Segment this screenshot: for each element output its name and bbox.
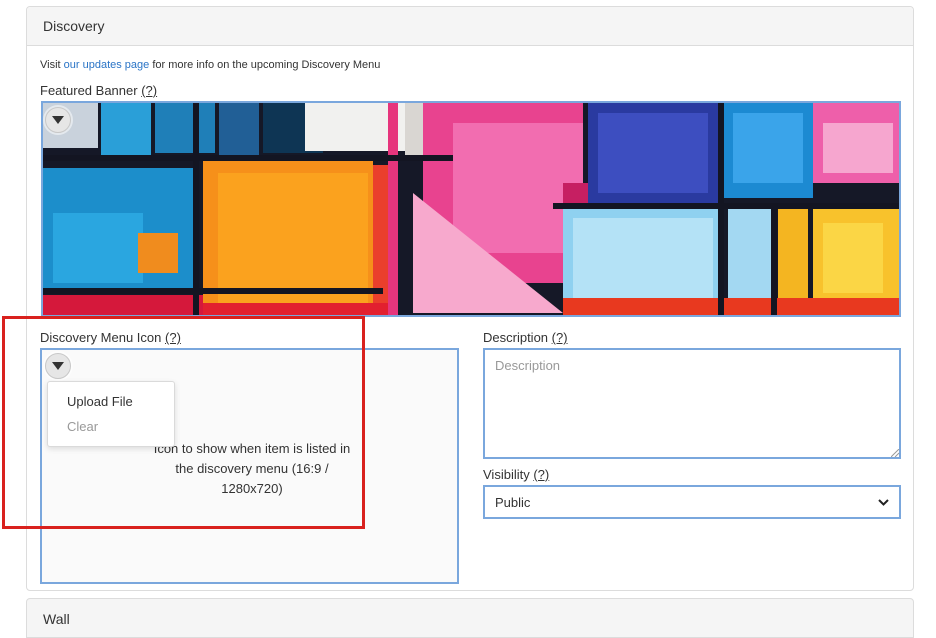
info-line: Visit our updates page for more info on … <box>40 59 380 71</box>
updates-page-link[interactable]: our updates page <box>64 59 150 71</box>
discovery-menu-icon-help-link[interactable]: (?) <box>165 330 181 345</box>
wall-panel-title: Wall <box>43 611 70 627</box>
discovery-panel-header: Discovery <box>27 7 913 46</box>
info-suffix: for more info on the upcoming Discovery … <box>149 59 381 71</box>
featured-banner-label: Featured Banner (?) <box>40 83 157 98</box>
visibility-help-link[interactable]: (?) <box>533 467 549 482</box>
wall-panel: Wall <box>26 598 914 638</box>
featured-banner-label-text: Featured Banner <box>40 83 138 98</box>
icon-options-dropdown: Upload File Clear <box>47 381 175 447</box>
visibility-selected-value: Public <box>495 494 531 510</box>
discovery-menu-icon-dropzone[interactable]: Icon to show when item is listed in the … <box>40 348 459 584</box>
featured-banner-image[interactable] <box>41 101 901 317</box>
upload-file-menu-item[interactable]: Upload File <box>48 392 174 417</box>
visibility-select[interactable]: Public <box>483 485 901 519</box>
featured-banner-menu-toggle[interactable] <box>45 107 71 133</box>
resize-grip-icon[interactable] <box>891 449 899 457</box>
discovery-menu-icon-hint: Icon to show when item is listed in the … <box>153 441 351 496</box>
caret-down-icon <box>52 362 64 370</box>
discovery-menu-icon-label-text: Discovery Menu Icon <box>40 330 162 345</box>
visibility-label: Visibility (?) <box>483 467 549 482</box>
abstract-painting-image <box>43 103 899 315</box>
info-prefix: Visit <box>40 59 64 71</box>
chevron-down-icon <box>878 498 889 506</box>
panel-title: Discovery <box>43 18 105 34</box>
caret-down-icon <box>52 116 64 124</box>
discovery-menu-icon-menu-toggle[interactable] <box>45 353 71 379</box>
discovery-panel: Discovery Visit our updates page for mor… <box>26 6 914 591</box>
featured-banner-help-link[interactable]: (?) <box>141 83 157 98</box>
discovery-menu-icon-label: Discovery Menu Icon (?) <box>40 330 181 345</box>
description-label: Description (?) <box>483 330 568 345</box>
description-label-text: Description <box>483 330 549 345</box>
clear-menu-item[interactable]: Clear <box>48 417 174 442</box>
description-help-link[interactable]: (?) <box>552 330 568 345</box>
description-input[interactable] <box>483 348 901 459</box>
visibility-label-text: Visibility <box>483 467 530 482</box>
